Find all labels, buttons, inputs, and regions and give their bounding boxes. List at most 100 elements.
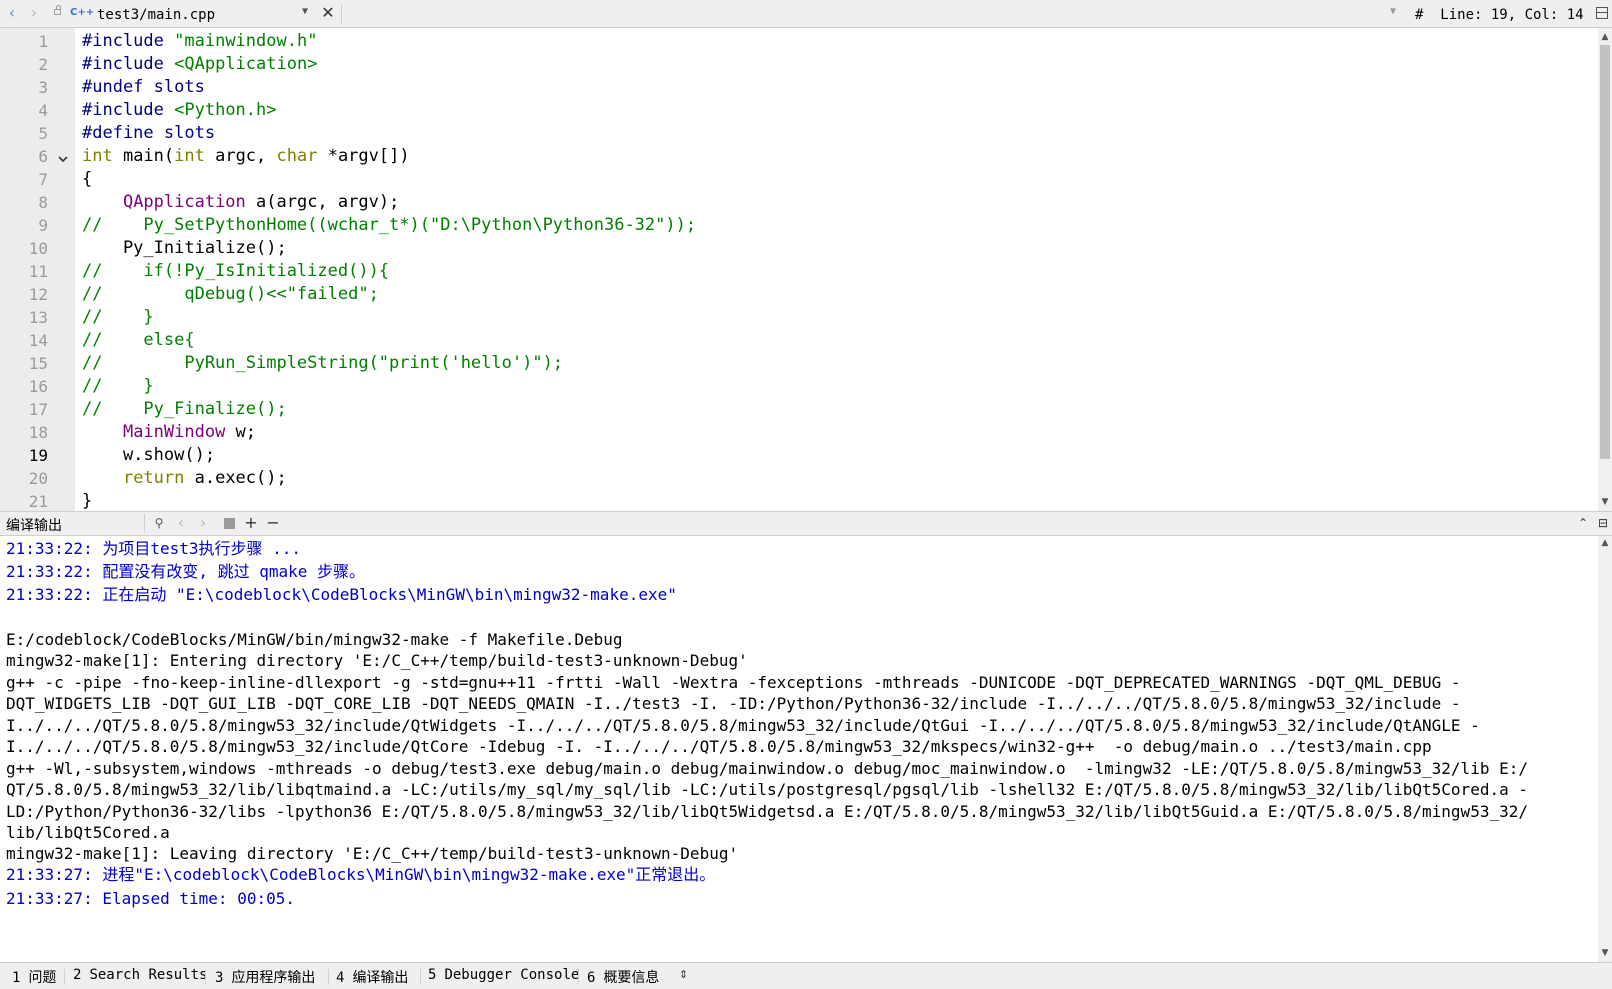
tab-divider	[205, 969, 206, 985]
tab-number: 5	[428, 967, 437, 983]
scrollbar-thumb[interactable]	[1600, 45, 1610, 459]
tab-general-messages[interactable]: 6 概要信息	[587, 967, 659, 987]
line-number: 8	[38, 193, 48, 212]
line-number-current: 19	[28, 446, 48, 465]
output-pane-header: 编译输出 ⚲ ‹ › + − ⌃ ⊟	[0, 511, 1612, 536]
code-line-current[interactable]: w.show();	[82, 444, 215, 467]
tab-debugger-console[interactable]: 5 Debugger Console	[428, 967, 579, 983]
output-scrollbar[interactable]: ▲ ▼	[1598, 536, 1612, 962]
fold-chevron-icon[interactable]	[56, 152, 70, 166]
tab-search-results[interactable]: 2 Search Results	[73, 967, 207, 983]
tab-divider	[578, 969, 579, 985]
filter-icon[interactable]: ⚲	[150, 513, 168, 533]
output-line: 21:33:22: 正在启动 "E:\codeblock\CodeBlocks\…	[6, 585, 677, 604]
scroll-up-icon[interactable]: ▲	[1598, 536, 1612, 550]
output-line: I../../../QT/5.8.0/5.8/mingw53_32/includ…	[6, 716, 1480, 735]
close-pane-icon[interactable]: ⊟	[1594, 513, 1612, 533]
code-line[interactable]: }	[82, 490, 92, 511]
tab-number: 6	[587, 970, 596, 986]
output-line: DQT_WIDGETS_LIB -DQT_GUI_LIB -DQT_CORE_L…	[6, 694, 1461, 713]
code-line[interactable]: return a.exec();	[82, 467, 287, 490]
tab-number: 4	[336, 970, 345, 986]
next-item-icon[interactable]: ›	[194, 513, 212, 533]
tab-number: 2	[73, 967, 82, 983]
line-number: 16	[28, 377, 48, 396]
code-line[interactable]: #include "mainwindow.h"	[82, 30, 317, 53]
tab-label: 应用程序输出	[231, 970, 316, 986]
output-line: LD:/Python/Python36-32/libs -lpython36 E…	[6, 802, 1528, 821]
output-tabs-bar: 1 问题 2 Search Results 3 应用程序输出 4 编译输出 5 Debug…	[0, 962, 1612, 989]
tab-label: 编译输出	[352, 970, 409, 986]
scroll-up-icon[interactable]: ▲	[1598, 30, 1612, 44]
tab-label: Debugger Console	[444, 967, 580, 983]
code-line[interactable]: MainWindow w;	[82, 421, 256, 444]
close-file-button[interactable]: ✕	[318, 3, 338, 23]
tab-compile-output[interactable]: 4 编译输出	[336, 967, 408, 987]
tab-divider	[420, 969, 421, 985]
code-line[interactable]: Py_Initialize();	[82, 237, 287, 260]
chevron-down-icon[interactable]: ▼	[302, 6, 308, 17]
code-line[interactable]: #include <Python.h>	[82, 99, 277, 122]
code-line[interactable]: // else{	[82, 329, 195, 352]
code-line[interactable]: int main(int argc, char *argv[])	[82, 145, 410, 168]
open-file-selector[interactable]: test3/main.cpp	[97, 7, 215, 23]
forward-arrow-icon[interactable]: ›	[26, 4, 42, 22]
back-arrow-icon[interactable]: ‹	[4, 4, 20, 22]
line-number: 18	[28, 423, 48, 442]
code-line[interactable]: #include <QApplication>	[82, 53, 317, 76]
line-number: 20	[28, 469, 48, 488]
line-number: 1	[38, 32, 48, 51]
tabs-more-icon[interactable]: ⇕	[679, 968, 688, 981]
code-line[interactable]: QApplication a(argc, argv);	[82, 191, 399, 214]
maximize-pane-icon[interactable]: ⌃	[1574, 513, 1592, 533]
code-line[interactable]: {	[82, 168, 92, 191]
code-line[interactable]: // }	[82, 306, 154, 329]
line-number: 2	[38, 55, 48, 74]
tab-number: 1	[12, 970, 21, 986]
output-line: mingw32-make[1]: Entering directory 'E:/…	[6, 651, 748, 670]
line-number: 11	[28, 262, 48, 281]
line-number: 17	[28, 400, 48, 419]
tab-application-output[interactable]: 3 应用程序输出	[215, 967, 315, 987]
code-line[interactable]: // Py_Finalize();	[82, 398, 287, 421]
line-number: 13	[28, 308, 48, 327]
code-line[interactable]: // if(!Py_IsInitialized()){	[82, 260, 389, 283]
code-line[interactable]: // }	[82, 375, 154, 398]
tab-issues[interactable]: 1 问题	[12, 967, 56, 987]
editor-scrollbar[interactable]: ▲ ▼	[1598, 28, 1612, 511]
split-editor-icon[interactable]	[1596, 7, 1608, 19]
line-number: 9	[38, 216, 48, 235]
symbol-dropdown-icon[interactable]: ▼	[1390, 6, 1396, 17]
cursor-position[interactable]: # Line: 19, Col: 14	[1415, 7, 1584, 23]
tab-label: 问题	[28, 970, 57, 986]
line-number: 6	[38, 147, 48, 166]
line-number: 12	[28, 285, 48, 304]
output-line: 21:33:27: Elapsed time: 00:05.	[6, 889, 295, 908]
editor-toolbar: ‹ › C++ test3/main.cpp ▼ ✕ ▼ # Line: 19,…	[0, 0, 1612, 28]
code-editor[interactable]: 1 2 3 4 5 6 7 8 9 10 11 12 13 14 15 16 1…	[0, 28, 1612, 511]
prev-item-icon[interactable]: ‹	[172, 513, 190, 533]
tab-label: Search Results	[89, 967, 208, 983]
zoom-in-icon[interactable]: +	[242, 513, 260, 533]
line-number: 10	[28, 239, 48, 258]
line-number: 7	[38, 170, 48, 189]
output-line: mingw32-make[1]: Leaving directory 'E:/C…	[6, 844, 739, 863]
pane-divider	[144, 514, 145, 533]
zoom-out-icon[interactable]: −	[264, 513, 282, 533]
line-number: 3	[38, 78, 48, 97]
code-line[interactable]: // Py_SetPythonHome((wchar_t*)("D:\Pytho…	[82, 214, 696, 237]
scroll-down-icon[interactable]: ▼	[1598, 495, 1612, 509]
tab-divider	[328, 969, 329, 985]
compile-output[interactable]: 21:33:22: 为项目test3执行步骤 ... 21:33:22: 配置没…	[0, 536, 1612, 962]
code-line[interactable]: // PyRun_SimpleString("print('hello')");	[82, 352, 563, 375]
code-line[interactable]: // qDebug()<<"failed";	[82, 283, 379, 306]
output-line: g++ -c -pipe -fno-keep-inline-dllexport …	[6, 673, 1461, 692]
code-line[interactable]: #undef slots	[82, 76, 205, 99]
output-line: lib/libQt5Cored.a	[6, 823, 170, 842]
lock-icon[interactable]	[54, 5, 61, 15]
code-line[interactable]: #define slots	[82, 122, 215, 145]
stop-icon[interactable]	[224, 518, 235, 529]
line-number: 5	[38, 124, 48, 143]
scroll-down-icon[interactable]: ▼	[1598, 946, 1612, 960]
line-number: 15	[28, 354, 48, 373]
